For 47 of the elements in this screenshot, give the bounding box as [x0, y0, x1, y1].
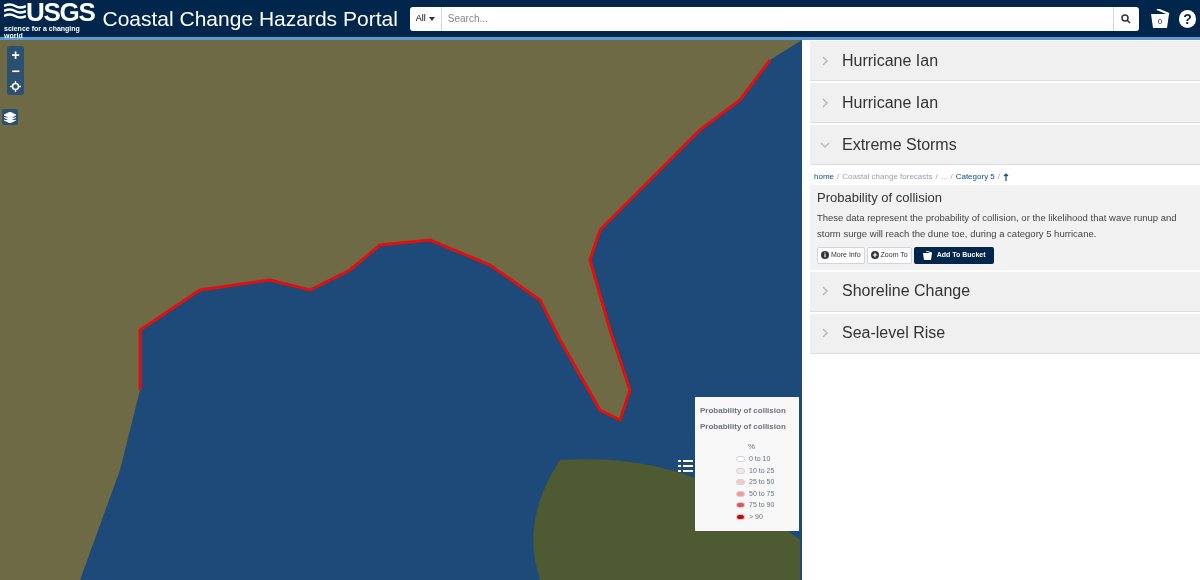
- filter-dropdown[interactable]: All: [409, 6, 442, 31]
- breadcrumb-separator: /: [950, 171, 953, 183]
- up-arrow-icon[interactable]: [1003, 173, 1010, 181]
- breadcrumb-link[interactable]: home: [814, 171, 834, 183]
- accordion-header[interactable]: Sea-level Rise: [810, 313, 1200, 354]
- bucket-icon: [1148, 8, 1171, 29]
- caret-icon: [428, 16, 435, 21]
- item-description: These data represent the probability of collision, or the likelihood that wave runup and storm surge will reach the dune toe, during a category 5 hurricane.: [817, 210, 1178, 241]
- legend-unit: %: [748, 441, 757, 453]
- breadcrumb-text: Coastal change forecasts: [842, 171, 933, 183]
- bucket-count: 0: [1157, 15, 1163, 28]
- accordion-header[interactable]: Shoreline Change: [810, 271, 1200, 312]
- legend-subtitle: Probability of collision: [700, 421, 787, 433]
- breadcrumb-separator: /: [997, 171, 1001, 183]
- plus-circle-icon: [870, 251, 879, 259]
- accordion-header[interactable]: Extreme Storms: [810, 125, 1200, 165]
- legend-title: Probability of collision: [700, 405, 787, 417]
- accordion-header[interactable]: Hurricane Ian: [810, 83, 1200, 123]
- locate-button[interactable]: [8, 79, 23, 94]
- legend-toggle-button[interactable]: [677, 458, 693, 474]
- wave-logo-icon: [4, 2, 26, 21]
- portal-title: Coastal Change Hazards Portal: [102, 5, 398, 32]
- crosshair-icon: [10, 81, 21, 92]
- breadcrumb-separator: /: [837, 171, 840, 183]
- info-icon: [821, 251, 829, 259]
- search-field[interactable]: Search...: [441, 6, 1113, 31]
- search-button[interactable]: [1112, 6, 1139, 31]
- breadcrumb-separator: /: [935, 171, 938, 183]
- breadcrumb-text: ...: [940, 171, 948, 183]
- help-button[interactable]: ?: [1179, 9, 1196, 28]
- zoom-in-button[interactable]: +: [8, 47, 23, 62]
- chevron-icon: [820, 97, 830, 108]
- list-icon: [677, 459, 693, 473]
- chevron-icon: [820, 286, 830, 296]
- chevron-icon: [820, 139, 830, 150]
- layers-icon: [4, 111, 16, 123]
- zoom-out-button[interactable]: −: [8, 63, 23, 78]
- chevron-icon: [820, 55, 830, 66]
- chevron-icon: [820, 328, 830, 338]
- layers-button[interactable]: [2, 109, 18, 125]
- breadcrumb-link[interactable]: Category 5: [955, 171, 995, 183]
- bucket-icon: [921, 250, 933, 260]
- accordion-header[interactable]: Hurricane Ian: [810, 41, 1200, 81]
- logo-text: USGS: [26, 0, 95, 25]
- bucket-button[interactable]: 0: [1148, 7, 1172, 30]
- search-icon: [1121, 13, 1132, 24]
- item-title: Probability of collision: [817, 189, 943, 207]
